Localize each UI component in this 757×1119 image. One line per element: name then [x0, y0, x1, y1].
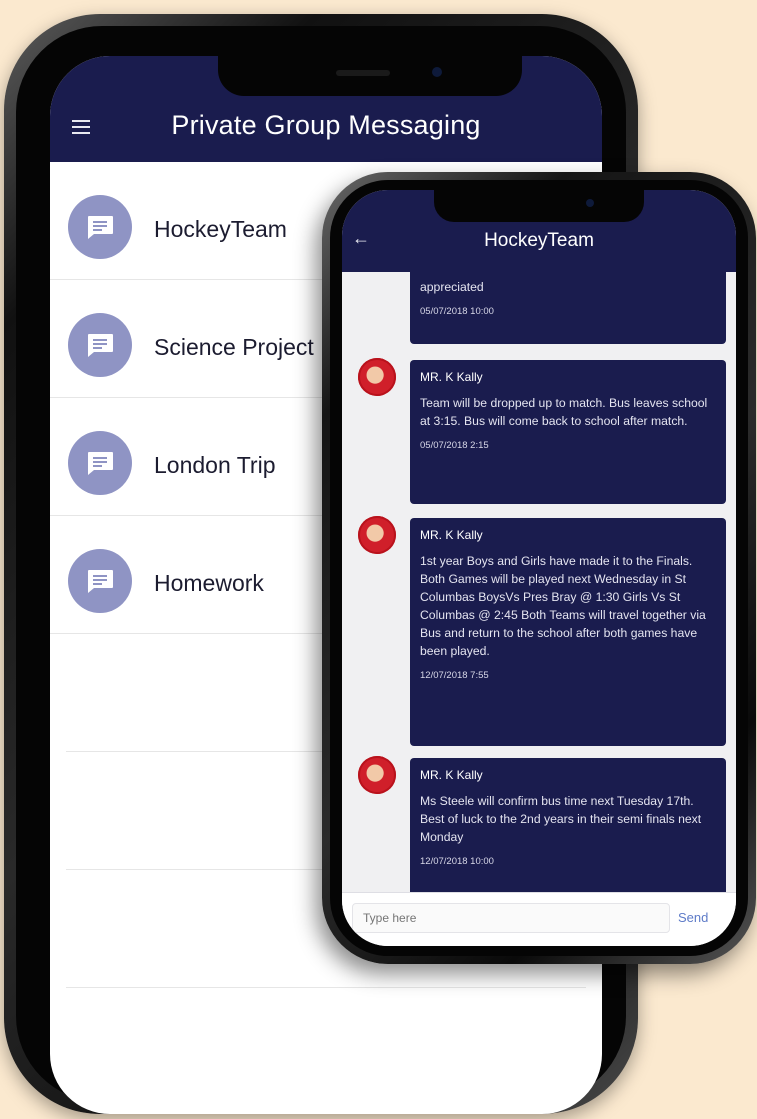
message-timestamp: 05/07/2018 2:15: [420, 440, 489, 451]
group-name: London Trip: [154, 452, 276, 478]
chat-bubble-icon: [68, 313, 132, 377]
phone-notch: [218, 56, 522, 96]
message-body: appreciated: [420, 280, 484, 294]
front-phone-frame: ← HockeyTeam appreciated 05/07/2018 10:0…: [322, 172, 756, 964]
message-bubble: appreciated 05/07/2018 10:00: [410, 272, 726, 344]
speaker-grille: [336, 70, 390, 76]
message-bubble: MR. K Kally 1st year Boys and Girls have…: [410, 518, 726, 746]
page-title: Private Group Messaging: [171, 110, 481, 140]
message-timestamp: 12/07/2018 7:55: [420, 670, 489, 681]
message-sender: MR. K Kally: [420, 528, 483, 542]
message-timestamp: 12/07/2018 10:00: [420, 856, 494, 867]
message-bubble: MR. K Kally Ms Steele will confirm bus t…: [410, 758, 726, 892]
group-name: Homework: [154, 570, 264, 596]
chat-title: HockeyTeam: [484, 230, 594, 251]
front-camera: [432, 67, 442, 77]
message-input[interactable]: [352, 903, 670, 933]
front-camera: [586, 199, 594, 207]
group-name: Science Project: [154, 334, 314, 360]
chat-bubble-icon: [68, 549, 132, 613]
phone-notch: [434, 190, 644, 222]
message-sender: MR. K Kally: [420, 370, 483, 384]
chat-bubble-icon: [68, 431, 132, 495]
avatar: [358, 756, 396, 794]
avatar: [358, 516, 396, 554]
group-name: HockeyTeam: [154, 216, 287, 242]
chat-screen: ← HockeyTeam appreciated 05/07/2018 10:0…: [342, 190, 736, 946]
message-thread[interactable]: appreciated 05/07/2018 10:00 MR. K Kally…: [342, 272, 736, 892]
message-body: 1st year Boys and Girls have made it to …: [420, 554, 706, 658]
message-composer: Send: [342, 892, 736, 946]
message-timestamp: 05/07/2018 10:00: [420, 306, 494, 317]
chat-bubble-icon: [68, 195, 132, 259]
message-bubble: MR. K Kally Team will be dropped up to m…: [410, 360, 726, 504]
message-body: Team will be dropped up to match. Bus le…: [420, 396, 708, 428]
message-sender: MR. K Kally: [420, 768, 483, 782]
message-body: Ms Steele will confirm bus time next Tue…: [420, 794, 702, 844]
send-button[interactable]: Send: [678, 910, 708, 925]
avatar: [358, 358, 396, 396]
